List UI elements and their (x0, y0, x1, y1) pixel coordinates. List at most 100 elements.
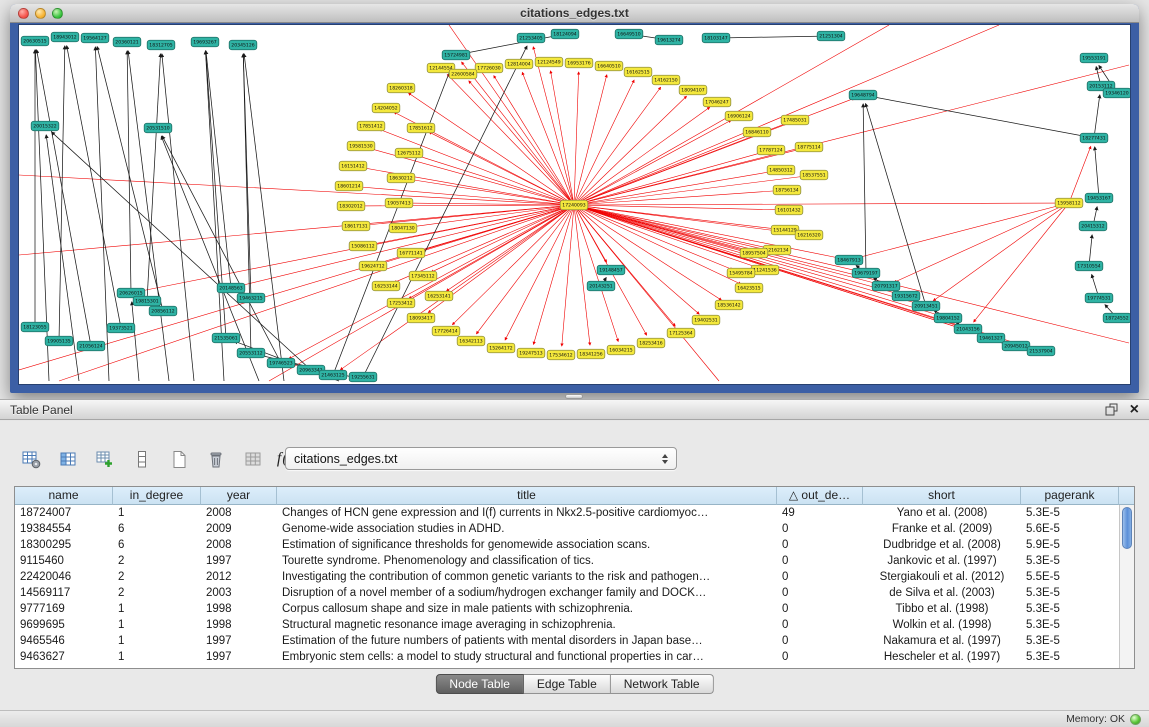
graph-node[interactable]: 19255631 (349, 372, 377, 382)
graph-node[interactable]: 21251304 (817, 31, 845, 41)
graph-edge[interactable] (858, 203, 1069, 258)
graph-node[interactable]: 19453167 (1085, 193, 1113, 203)
graph-node[interactable]: 19613274 (655, 35, 683, 45)
graph-node[interactable]: 18756134 (773, 185, 801, 195)
graph-node[interactable]: 17345112 (409, 271, 437, 281)
graph-node[interactable]: 18277431 (1080, 133, 1108, 143)
graph-node[interactable]: 16640510 (595, 61, 623, 71)
graph-edge[interactable] (240, 205, 574, 286)
graph-edge[interactable] (574, 80, 634, 205)
graph-edge[interactable] (872, 97, 1094, 138)
graph-node[interactable]: 16216320 (795, 230, 823, 240)
graph-edge[interactable] (725, 36, 831, 38)
graph-node[interactable]: 15958112 (1055, 198, 1083, 208)
graph-edge[interactable] (574, 120, 731, 205)
graph-node[interactable]: 19804152 (934, 313, 962, 323)
graph-node[interactable]: 15495784 (727, 268, 755, 278)
table-row[interactable]: 977716911998Corpus callosum shape and si… (15, 601, 1119, 617)
graph-edge[interactable] (574, 205, 1129, 343)
graph-node[interactable]: 19774531 (1085, 293, 1113, 303)
graph-node[interactable]: 20630515 (21, 36, 49, 46)
graph-edge[interactable] (574, 205, 939, 315)
graph-node[interactable]: 12814004 (505, 59, 533, 69)
graph-node[interactable]: 19553191 (1080, 53, 1108, 63)
graph-edge[interactable] (574, 65, 1129, 205)
graph-node[interactable]: 18260318 (387, 83, 415, 93)
graph-node[interactable]: 19581530 (347, 141, 375, 151)
graph-edge[interactable] (574, 205, 768, 248)
graph-node[interactable]: 16253144 (372, 281, 400, 291)
graph-node[interactable]: 19402531 (692, 315, 720, 325)
graph-node[interactable]: 19148457 (597, 265, 625, 275)
graph-node[interactable]: 17253412 (387, 298, 415, 308)
close-window-button[interactable] (18, 8, 29, 19)
graph-node[interactable]: 20913451 (912, 301, 940, 311)
graph-node[interactable]: 20945012 (1002, 341, 1030, 351)
graph-node[interactable]: 18124094 (551, 29, 579, 39)
graph-node[interactable]: 21043156 (954, 324, 982, 334)
graph-node[interactable]: 17485031 (781, 115, 809, 125)
graph-node[interactable]: 15144129 (771, 225, 799, 235)
graph-node[interactable]: 17240093 (560, 200, 588, 210)
graph-node[interactable]: 18724552 (1103, 313, 1131, 323)
graph-node[interactable]: 16151412 (339, 161, 367, 171)
graph-edge[interactable] (408, 93, 574, 205)
rows-icon[interactable] (129, 446, 155, 472)
graph-edge[interactable] (1095, 147, 1099, 198)
graph-edge[interactable] (429, 132, 574, 205)
graph-node[interactable]: 18047130 (389, 223, 417, 233)
graph-node[interactable]: 16649510 (615, 29, 643, 39)
graph-edge[interactable] (574, 205, 897, 294)
graph-edge[interactable] (97, 47, 163, 311)
graph-node[interactable]: 21535061 (212, 333, 240, 343)
graph-node[interactable]: 17851612 (407, 123, 435, 133)
graph-edge[interactable] (476, 205, 574, 334)
graph-node[interactable]: 19624712 (359, 261, 387, 271)
graph-node[interactable]: 18630212 (387, 173, 415, 183)
graph-node[interactable]: 19815301 (133, 296, 161, 306)
column-chooser-icon[interactable] (55, 446, 81, 472)
graph-node[interactable]: 19746523 (267, 358, 295, 368)
table-row[interactable]: 1938455462009Genome-wide association stu… (15, 521, 1119, 537)
graph-node[interactable]: 16034215 (607, 345, 635, 355)
graph-node[interactable]: 18103147 (702, 33, 730, 43)
graph-node[interactable]: 19461327 (977, 333, 1005, 343)
graph-node[interactable]: 22600584 (449, 69, 477, 79)
new-file-icon[interactable] (166, 446, 192, 472)
graph-edge[interactable] (1094, 95, 1100, 138)
graph-edge[interactable] (494, 76, 574, 205)
graph-node[interactable]: 16906124 (725, 111, 753, 121)
graph-node[interactable]: 16253141 (425, 291, 453, 301)
graph-node[interactable]: 14162150 (652, 75, 680, 85)
graph-node[interactable]: 16771141 (397, 248, 425, 258)
minimize-window-button[interactable] (35, 8, 46, 19)
graph-node[interactable]: 18601214 (335, 181, 363, 191)
graph-node[interactable]: 18302012 (337, 201, 365, 211)
graph-edge[interactable] (574, 203, 1060, 205)
graph-node[interactable]: 20360121 (113, 37, 141, 47)
graph-node[interactable]: 16953176 (565, 58, 593, 68)
graph-edge[interactable] (206, 51, 226, 338)
graph-node[interactable]: 15264172 (487, 343, 515, 353)
graph-node[interactable]: 20415312 (1079, 221, 1107, 231)
graph-node[interactable]: 17851412 (357, 121, 385, 131)
table-vertical-scrollbar[interactable] (1119, 505, 1134, 668)
graph-edge[interactable] (574, 72, 579, 205)
graph-edge[interactable] (574, 75, 607, 205)
column-header-title[interactable]: title (277, 487, 777, 505)
graph-node[interactable]: 16846110 (743, 127, 771, 137)
graph-node[interactable]: 16162515 (624, 67, 652, 77)
graph-node[interactable]: 19373521 (107, 323, 135, 333)
graph-node[interactable]: 19057413 (385, 198, 413, 208)
graph-node[interactable]: 19693267 (191, 37, 219, 47)
table-row[interactable]: 1456911722003Disruption of a novel membe… (15, 585, 1119, 601)
graph-node[interactable]: 19315672 (892, 291, 920, 301)
graph-edge[interactable] (933, 203, 1069, 301)
graph-node[interactable]: 18093417 (407, 313, 435, 323)
table-row[interactable]: 1872400712008Changes of HCN gene express… (15, 505, 1119, 521)
graph-node[interactable]: 16101432 (775, 205, 803, 215)
column-header-short[interactable]: short (863, 487, 1021, 505)
column-header-in_degree[interactable]: in_degree (113, 487, 201, 505)
graph-node[interactable]: 20015322 (31, 121, 59, 131)
graph-node[interactable]: 17310554 (1075, 261, 1103, 271)
